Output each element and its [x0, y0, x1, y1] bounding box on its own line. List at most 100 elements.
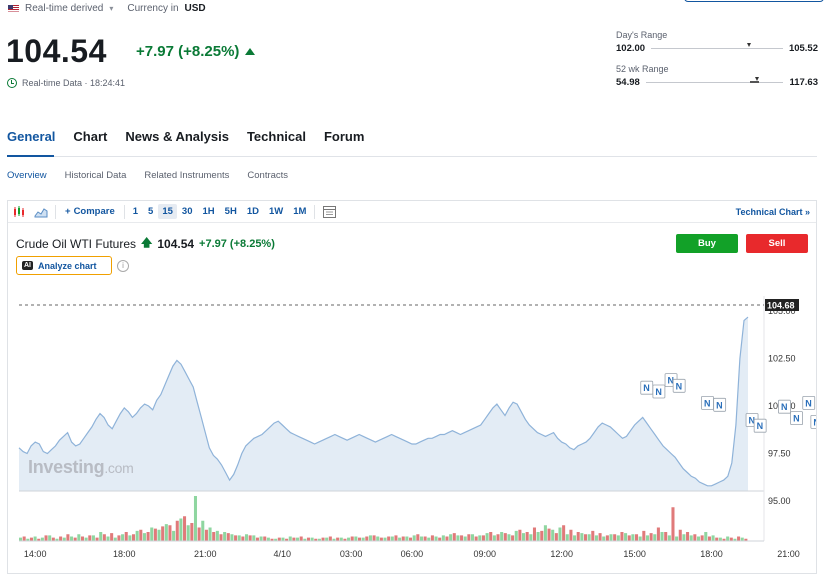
volume-bar-down — [168, 525, 172, 541]
volume-bar-up — [201, 520, 205, 541]
subtab-related-instruments[interactable]: Related Instruments — [144, 170, 229, 181]
tab-technical[interactable]: Technical — [247, 129, 306, 144]
volume-bar-up — [675, 536, 679, 541]
volume-bar-up — [514, 530, 518, 541]
volume-bar-up — [522, 533, 526, 541]
x-tick-label: 4/10 — [273, 549, 291, 559]
us-flag-icon — [8, 4, 19, 13]
volume-bar-up — [157, 529, 161, 541]
volume-bar-down — [642, 530, 646, 541]
volume-bar-down — [117, 535, 121, 541]
x-tick-label: 12:00 — [550, 549, 573, 559]
volume-bar-down — [131, 534, 136, 541]
volume-bar-down — [540, 530, 544, 541]
volume-bar-down — [161, 526, 165, 541]
volume-bar-up — [376, 536, 380, 541]
volume-bar-down — [452, 533, 456, 541]
x-tick-label: 09:00 — [473, 549, 496, 559]
volume-bar-down — [576, 532, 580, 541]
volume-bar-up — [121, 534, 125, 541]
volume-bar-up — [485, 533, 489, 541]
x-tick-label: 18:00 — [113, 549, 136, 559]
volume-bar-up — [135, 530, 139, 541]
volume-bar-up — [172, 530, 176, 541]
currency-label: Currency in — [127, 3, 179, 14]
volume-bar-up — [84, 537, 88, 541]
volume-bar-down — [605, 535, 609, 541]
volume-bar-up — [419, 536, 423, 541]
volume-bar-up — [398, 537, 402, 541]
volume-bar-up — [208, 527, 212, 541]
volume-bar-down — [416, 534, 420, 541]
tab-chart[interactable]: Chart — [73, 129, 107, 144]
volume-bar-down — [372, 535, 376, 541]
volume-bar-up — [660, 532, 664, 541]
tab-news-analysis[interactable]: News & Analysis — [125, 129, 229, 144]
volume-bar-down — [175, 520, 179, 541]
volume-bar-up — [645, 535, 649, 541]
subtab-contracts[interactable]: Contracts — [247, 170, 288, 181]
volume-bar-down — [729, 537, 733, 541]
realtime-data-text: Real-time Data · 18:24:41 — [22, 78, 126, 88]
x-tick-label: 06:00 — [401, 549, 424, 559]
up-triangle-icon — [245, 48, 256, 55]
week52-range-high: 117.63 — [789, 77, 818, 88]
volume-bar-up — [543, 525, 547, 541]
volume-bar-down — [219, 534, 223, 541]
volume-bar-up — [500, 532, 504, 541]
volume-bar-up — [704, 532, 708, 541]
days-range: Day's Range 102.00 105.52 — [616, 30, 818, 54]
news-marker-label: N — [805, 398, 812, 408]
volume-bar-up — [150, 527, 154, 541]
top-action-button[interactable] — [684, 0, 824, 2]
volume-bar-up — [609, 534, 613, 541]
last-price: 104.54 — [6, 33, 107, 69]
volume-bar-up — [463, 536, 467, 541]
volume-bar-up — [368, 535, 372, 541]
volume-bar-down — [518, 529, 522, 541]
news-marker-label: N — [781, 402, 788, 412]
volume-bar-up — [193, 496, 198, 541]
news-marker-label: N — [643, 383, 650, 393]
volume-bar-down — [146, 532, 150, 541]
volume-bar-down — [277, 537, 281, 541]
volume-bar-down — [248, 535, 252, 541]
volume-bar-down — [700, 535, 704, 541]
x-tick-label: 15:00 — [623, 549, 646, 559]
week52-range-fill — [750, 81, 759, 83]
days-range-label: Day's Range — [616, 30, 668, 40]
volume-bar-up — [449, 534, 453, 541]
volume-bar-down — [379, 537, 383, 541]
volume-bar-up — [383, 537, 387, 541]
volume-bar-up — [91, 535, 95, 541]
price-chart[interactable]: 95.0097.50100.00102.50105.00104.68NNNNNN… — [8, 201, 816, 573]
subtab-historical-data[interactable]: Historical Data — [65, 170, 127, 181]
volume-bar-down — [678, 529, 682, 541]
volume-bar-up — [361, 537, 365, 541]
volume-bar-up — [580, 533, 584, 541]
subtab-overview[interactable]: Overview — [7, 170, 47, 181]
volume-bar-down — [496, 534, 500, 541]
volume-bar-down — [686, 532, 690, 541]
volume-bar-down — [583, 534, 588, 541]
volume-bar-up — [507, 534, 511, 541]
volume-bar-down — [715, 537, 719, 541]
volume-bar-up — [711, 535, 715, 541]
chevron-down-icon[interactable]: ▾ — [109, 4, 113, 13]
volume-bar-down — [365, 536, 369, 541]
tab-general[interactable]: General — [7, 129, 55, 144]
volume-bar-down — [430, 535, 434, 541]
tab-forum[interactable]: Forum — [324, 129, 364, 144]
x-tick-label: 03:00 — [340, 549, 363, 559]
current-price-label: 104.68 — [767, 301, 795, 311]
investing-watermark: Investing.com — [28, 457, 134, 478]
volume-bar-up — [565, 534, 569, 541]
volume-bar-up — [354, 536, 358, 541]
volume-bar-down — [409, 537, 413, 541]
volume-bar-up — [456, 535, 460, 541]
volume-bar-up — [281, 537, 285, 541]
volume-bar-down — [438, 537, 442, 541]
volume-bar-up — [339, 537, 343, 541]
volume-bar-down — [124, 532, 128, 541]
week52-range-label: 52 wk Range — [616, 64, 669, 74]
